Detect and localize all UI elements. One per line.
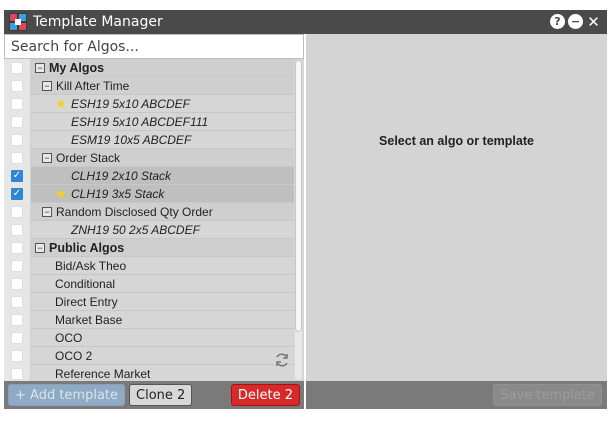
- checkbox[interactable]: [11, 133, 23, 146]
- template-detail-pane: Select an algo or template: [306, 34, 607, 381]
- title-bar: Template Manager ? − ✕: [4, 10, 607, 34]
- template-row[interactable]: ★ ESH19 5x10 ABCDEF: [4, 94, 294, 113]
- app-logo-icon: [9, 13, 27, 31]
- tree-group-my-algos[interactable]: − My Algos: [4, 58, 294, 77]
- group-label: Public Algos: [49, 240, 125, 255]
- list-action-bar: + Add template Clone 2 Delete 2: [4, 381, 304, 409]
- template-row[interactable]: ZNH19 50 2x5 ABCDEF: [4, 220, 294, 239]
- template-label: ESM19 10x5 ABCDEF: [71, 132, 192, 147]
- checkbox[interactable]: [11, 79, 23, 92]
- collapse-icon[interactable]: −: [35, 242, 45, 253]
- subgroup-label: Order Stack: [56, 150, 121, 165]
- collapse-icon[interactable]: −: [42, 206, 52, 217]
- group-label: My Algos: [49, 60, 105, 75]
- refresh-icon[interactable]: [274, 352, 290, 368]
- template-label: ZNH19 50 2x5 ABCDEF: [71, 222, 200, 237]
- template-row[interactable]: ✓ CLH19 2x10 Stack: [4, 166, 294, 185]
- algo-label: Market Base: [55, 312, 123, 327]
- add-template-button[interactable]: + Add template: [8, 384, 126, 406]
- algo-label: Reference Market: [55, 366, 151, 381]
- collapse-icon[interactable]: −: [42, 152, 52, 163]
- checkbox-checked[interactable]: ✓: [11, 169, 23, 182]
- template-row[interactable]: ESM19 10x5 ABCDEF: [4, 130, 294, 149]
- algo-label: Bid/Ask Theo: [55, 258, 127, 273]
- clone-button[interactable]: Clone 2: [129, 384, 193, 406]
- checkbox[interactable]: [11, 61, 23, 74]
- tree-subgroup-order-stack[interactable]: − Order Stack: [4, 148, 294, 167]
- template-row[interactable]: ✓ ★ CLH19 3x5 Stack: [4, 184, 294, 203]
- algo-tree: − My Algos − Kill After Time ★ ESH19 5x1…: [4, 58, 294, 381]
- algo-row[interactable]: OCO 2: [4, 346, 294, 365]
- save-template-button[interactable]: Save template: [493, 384, 602, 406]
- subgroup-label: Random Disclosed Qty Order: [56, 204, 213, 219]
- checkbox[interactable]: [11, 349, 23, 362]
- algo-list-pane: − My Algos − Kill After Time ★ ESH19 5x1…: [4, 34, 304, 381]
- star-icon[interactable]: ★: [53, 96, 69, 112]
- algo-row[interactable]: Direct Entry: [4, 292, 294, 311]
- window-title: Template Manager: [33, 14, 163, 30]
- checkbox[interactable]: [11, 259, 23, 272]
- minimize-icon[interactable]: −: [568, 14, 583, 29]
- checkbox[interactable]: [11, 313, 23, 326]
- algo-label: Direct Entry: [55, 294, 118, 309]
- algo-label: Conditional: [55, 276, 116, 291]
- template-label: CLH19 2x10 Stack: [71, 168, 172, 183]
- tree-group-public-algos[interactable]: − Public Algos: [4, 238, 294, 257]
- checkbox[interactable]: [11, 223, 23, 236]
- algo-label: OCO: [55, 330, 83, 345]
- vertical-scrollbar[interactable]: [295, 60, 302, 380]
- algo-row[interactable]: OCO: [4, 328, 294, 347]
- template-manager-window: Template Manager ? − ✕ − My Algos − Kill…: [0, 0, 612, 424]
- algo-label: OCO 2: [55, 348, 93, 363]
- checkbox[interactable]: [11, 97, 23, 110]
- template-label: ESH19 5x10 ABCDEF: [71, 96, 190, 111]
- algo-row[interactable]: Bid/Ask Theo: [4, 256, 294, 275]
- tree-subgroup-kill-after-time[interactable]: − Kill After Time: [4, 76, 294, 95]
- checkbox[interactable]: [11, 331, 23, 344]
- algo-row[interactable]: Reference Market: [4, 364, 294, 381]
- scrollbar-thumb[interactable]: [295, 60, 302, 332]
- delete-button[interactable]: Delete 2: [230, 384, 300, 406]
- collapse-icon[interactable]: −: [42, 80, 52, 91]
- checkbox[interactable]: [11, 115, 23, 128]
- checkbox-checked[interactable]: ✓: [11, 187, 23, 200]
- collapse-icon[interactable]: −: [35, 62, 45, 73]
- star-icon[interactable]: ★: [53, 186, 69, 202]
- detail-action-bar: Save template: [306, 381, 607, 409]
- checkbox[interactable]: [11, 367, 23, 380]
- help-icon[interactable]: ?: [550, 14, 565, 29]
- tree-subgroup-random-disclosed[interactable]: − Random Disclosed Qty Order: [4, 202, 294, 221]
- window-controls: ? − ✕: [550, 13, 601, 31]
- algo-row[interactable]: Market Base: [4, 310, 294, 329]
- subgroup-label: Kill After Time: [56, 78, 130, 93]
- template-row[interactable]: ESH19 5x10 ABCDEF111: [4, 112, 294, 131]
- template-label: ESH19 5x10 ABCDEF111: [71, 114, 209, 129]
- checkbox[interactable]: [11, 295, 23, 308]
- algo-row[interactable]: Conditional: [4, 274, 294, 293]
- empty-state-message: Select an algo or template: [379, 134, 534, 148]
- checkbox[interactable]: [11, 241, 23, 254]
- search-input[interactable]: [4, 34, 304, 59]
- close-icon[interactable]: ✕: [586, 13, 601, 31]
- checkbox[interactable]: [11, 277, 23, 290]
- checkbox[interactable]: [11, 151, 23, 164]
- checkbox[interactable]: [11, 205, 23, 218]
- template-label: CLH19 3x5 Stack: [71, 186, 165, 201]
